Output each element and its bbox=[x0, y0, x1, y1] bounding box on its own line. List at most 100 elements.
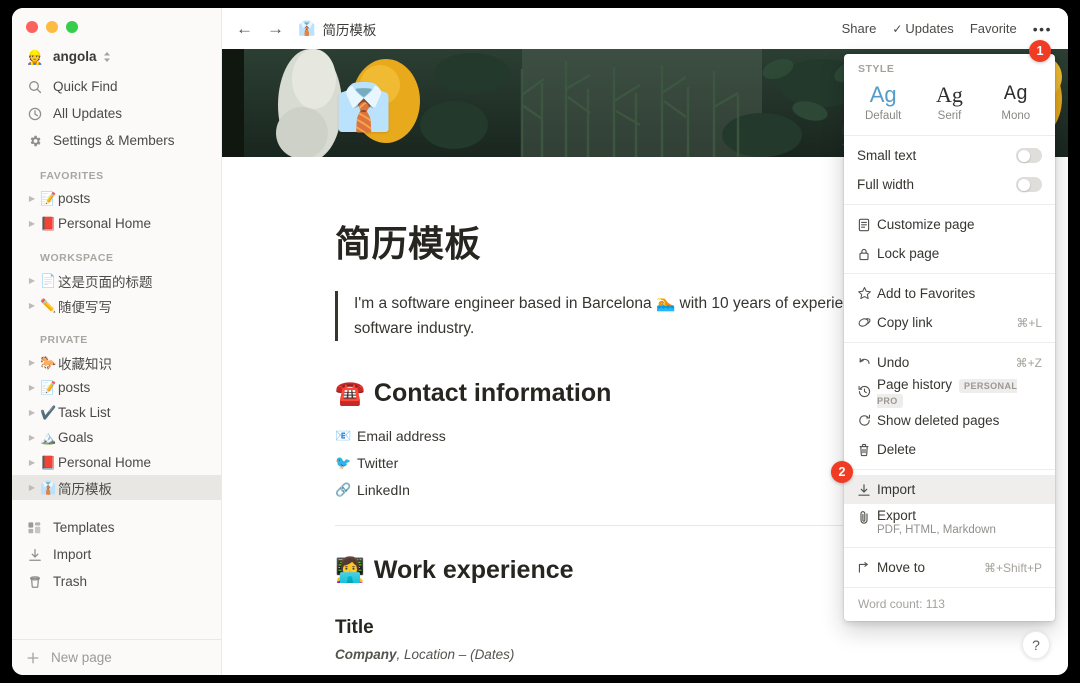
bird-icon: 🐦 bbox=[335, 454, 352, 470]
disclosure-triangle-icon[interactable]: ▶ bbox=[25, 194, 39, 203]
page-emoji-icon: 📝 bbox=[40, 190, 57, 206]
menu-item-copy-link[interactable]: Copy link ⌘+L bbox=[844, 308, 1055, 337]
sidebar-page-workspace-2[interactable]: ▶ ✏️ 随便写写 bbox=[12, 293, 221, 318]
menu-group-favorites: Add to Favorites Copy link ⌘+L bbox=[844, 274, 1055, 342]
sidebar-item-import[interactable]: Import bbox=[12, 541, 221, 568]
sidebar-page-personal-home-fav[interactable]: ▶ 📕 Personal Home bbox=[12, 211, 221, 236]
sidebar-page-resume-template[interactable]: ▶ 👔 简历模板 bbox=[12, 475, 221, 500]
page-icon[interactable]: 👔 bbox=[335, 84, 392, 130]
page-emoji-icon: 🏔️ bbox=[40, 429, 57, 445]
disclosure-triangle-icon[interactable]: ▶ bbox=[25, 383, 39, 392]
new-page-label: New page bbox=[51, 650, 112, 665]
sidebar-label: All Updates bbox=[53, 106, 123, 121]
menu-item-small-text[interactable]: Small text bbox=[844, 141, 1055, 170]
check-icon: ✓ bbox=[892, 22, 903, 36]
disclosure-triangle-icon[interactable]: ▶ bbox=[25, 408, 39, 417]
disclosure-triangle-icon[interactable]: ▶ bbox=[25, 301, 39, 310]
sidebar-item-all-updates[interactable]: All Updates bbox=[12, 100, 221, 127]
sidebar-item-quick-find[interactable]: Quick Find bbox=[12, 73, 221, 100]
menu-item-lock-page[interactable]: Lock page bbox=[844, 239, 1055, 268]
sidebar-page-private-2[interactable]: ▶ 📝 posts bbox=[12, 375, 221, 400]
sidebar-item-trash[interactable]: Trash bbox=[12, 568, 221, 595]
sidebar-item-settings-members[interactable]: Settings & Members bbox=[12, 127, 221, 154]
page-label: Personal Home bbox=[58, 455, 152, 470]
menu-item-add-to-favorites[interactable]: Add to Favorites bbox=[844, 279, 1055, 308]
sidebar-page-goals[interactable]: ▶ 🏔️ Goals bbox=[12, 425, 221, 450]
workspace-switcher[interactable]: 👷 angola bbox=[12, 43, 221, 70]
menu-item-undo[interactable]: Undo ⌘+Z bbox=[844, 348, 1055, 377]
menu-label: Full width bbox=[857, 177, 915, 192]
menu-label: Page history PERSONAL PRO bbox=[877, 376, 1018, 408]
disclosure-triangle-icon[interactable]: ▶ bbox=[25, 276, 39, 285]
style-name-mono: Mono bbox=[1001, 110, 1031, 122]
restore-icon bbox=[857, 413, 877, 428]
menu-label: Show deleted pages bbox=[877, 413, 1000, 428]
new-page-button[interactable]: New page bbox=[12, 639, 221, 675]
disclosure-triangle-icon[interactable]: ▶ bbox=[25, 458, 39, 467]
app-window: 👷 angola Quick Find All Updates Settings… bbox=[12, 8, 1068, 675]
page-emoji-icon: 📄 bbox=[40, 272, 57, 288]
minimize-button[interactable] bbox=[46, 21, 58, 33]
lock-icon bbox=[857, 247, 877, 261]
menu-item-export[interactable]: Export PDF, HTML, Markdown bbox=[844, 504, 1055, 545]
heading-text: Work experience bbox=[373, 556, 574, 584]
disclosure-triangle-icon[interactable]: ▶ bbox=[25, 358, 39, 367]
sidebar-page-private-1[interactable]: ▶ 🐎 收藏知识 bbox=[12, 350, 221, 375]
menu-label: Export PDF, HTML, Markdown bbox=[877, 508, 1042, 536]
style-option-mono[interactable]: Ag Mono bbox=[983, 80, 1049, 124]
style-option-default[interactable]: Ag Default bbox=[850, 80, 916, 124]
menu-group-page: Customize page Lock page bbox=[844, 205, 1055, 273]
contact-label: Email address bbox=[357, 427, 446, 444]
menu-item-page-history[interactable]: Page history PERSONAL PRO bbox=[844, 376, 1055, 408]
link-icon bbox=[857, 315, 877, 330]
sidebar-item-templates[interactable]: Templates bbox=[12, 514, 221, 541]
sidebar-page-task-list[interactable]: ▶ ✔️ Task List bbox=[12, 400, 221, 425]
history-icon bbox=[857, 384, 877, 399]
menu-item-import[interactable]: Import bbox=[844, 475, 1055, 504]
job-location-dates: , Location – (Dates) bbox=[396, 647, 515, 662]
menu-item-show-deleted-pages[interactable]: Show deleted pages bbox=[844, 406, 1055, 435]
job-meta[interactable]: Company, Location – (Dates) bbox=[335, 647, 1068, 662]
share-button[interactable]: Share bbox=[842, 21, 877, 36]
menu-shortcut: ⌘+Shift+P bbox=[983, 560, 1042, 575]
breadcrumb[interactable]: 简历模板 bbox=[322, 19, 376, 39]
sidebar-page-workspace-1[interactable]: ▶ 📄 这是页面的标题 bbox=[12, 268, 221, 293]
sidebar: 👷 angola Quick Find All Updates Settings… bbox=[12, 8, 222, 675]
arrow-left-icon[interactable]: ← bbox=[236, 19, 253, 39]
close-button[interactable] bbox=[26, 21, 38, 33]
menu-item-move-to[interactable]: Move to ⌘+Shift+P bbox=[844, 553, 1055, 582]
style-sample-default: Ag bbox=[869, 82, 897, 107]
disclosure-triangle-icon[interactable]: ▶ bbox=[25, 433, 39, 442]
more-options-icon[interactable]: ••• bbox=[1033, 21, 1052, 37]
menu-item-delete[interactable]: Delete bbox=[844, 435, 1055, 464]
paperclip-icon bbox=[857, 510, 877, 525]
import-icon bbox=[26, 547, 44, 563]
full-width-toggle[interactable] bbox=[1016, 177, 1042, 192]
menu-item-full-width[interactable]: Full width bbox=[844, 170, 1055, 199]
page-label: Task List bbox=[58, 405, 111, 420]
sidebar-page-posts-fav[interactable]: ▶ 📝 posts bbox=[12, 186, 221, 211]
updates-button[interactable]: ✓ Updates bbox=[892, 21, 953, 36]
arrow-right-icon[interactable]: → bbox=[267, 19, 284, 39]
contact-label: LinkedIn bbox=[357, 481, 410, 498]
favorite-button[interactable]: Favorite bbox=[970, 21, 1017, 36]
workspace-name: angola bbox=[53, 49, 97, 64]
menu-item-customize-page[interactable]: Customize page bbox=[844, 210, 1055, 239]
section-label-workspace: WORKSPACE bbox=[40, 252, 114, 264]
page-label: posts bbox=[58, 191, 91, 206]
page-emoji-icon: ✏️ bbox=[40, 297, 57, 313]
word-count: Word count: 113 bbox=[858, 597, 945, 611]
style-option-serif[interactable]: Ag Serif bbox=[916, 80, 982, 124]
menu-section-style-label: STYLE bbox=[858, 63, 895, 75]
style-picker: Ag Default Ag Serif Ag Mono bbox=[844, 80, 1055, 135]
small-text-toggle[interactable] bbox=[1016, 148, 1042, 163]
window-controls bbox=[12, 8, 221, 43]
menu-shortcut: ⌘+Z bbox=[1015, 355, 1042, 370]
help-button[interactable]: ? bbox=[1022, 631, 1050, 659]
annotation-badge-1: 1 bbox=[1029, 40, 1051, 62]
disclosure-triangle-icon[interactable]: ▶ bbox=[25, 483, 39, 492]
sidebar-label: Templates bbox=[53, 520, 115, 535]
disclosure-triangle-icon[interactable]: ▶ bbox=[25, 219, 39, 228]
sidebar-page-personal-home-private[interactable]: ▶ 📕 Personal Home bbox=[12, 450, 221, 475]
maximize-button[interactable] bbox=[66, 21, 78, 33]
